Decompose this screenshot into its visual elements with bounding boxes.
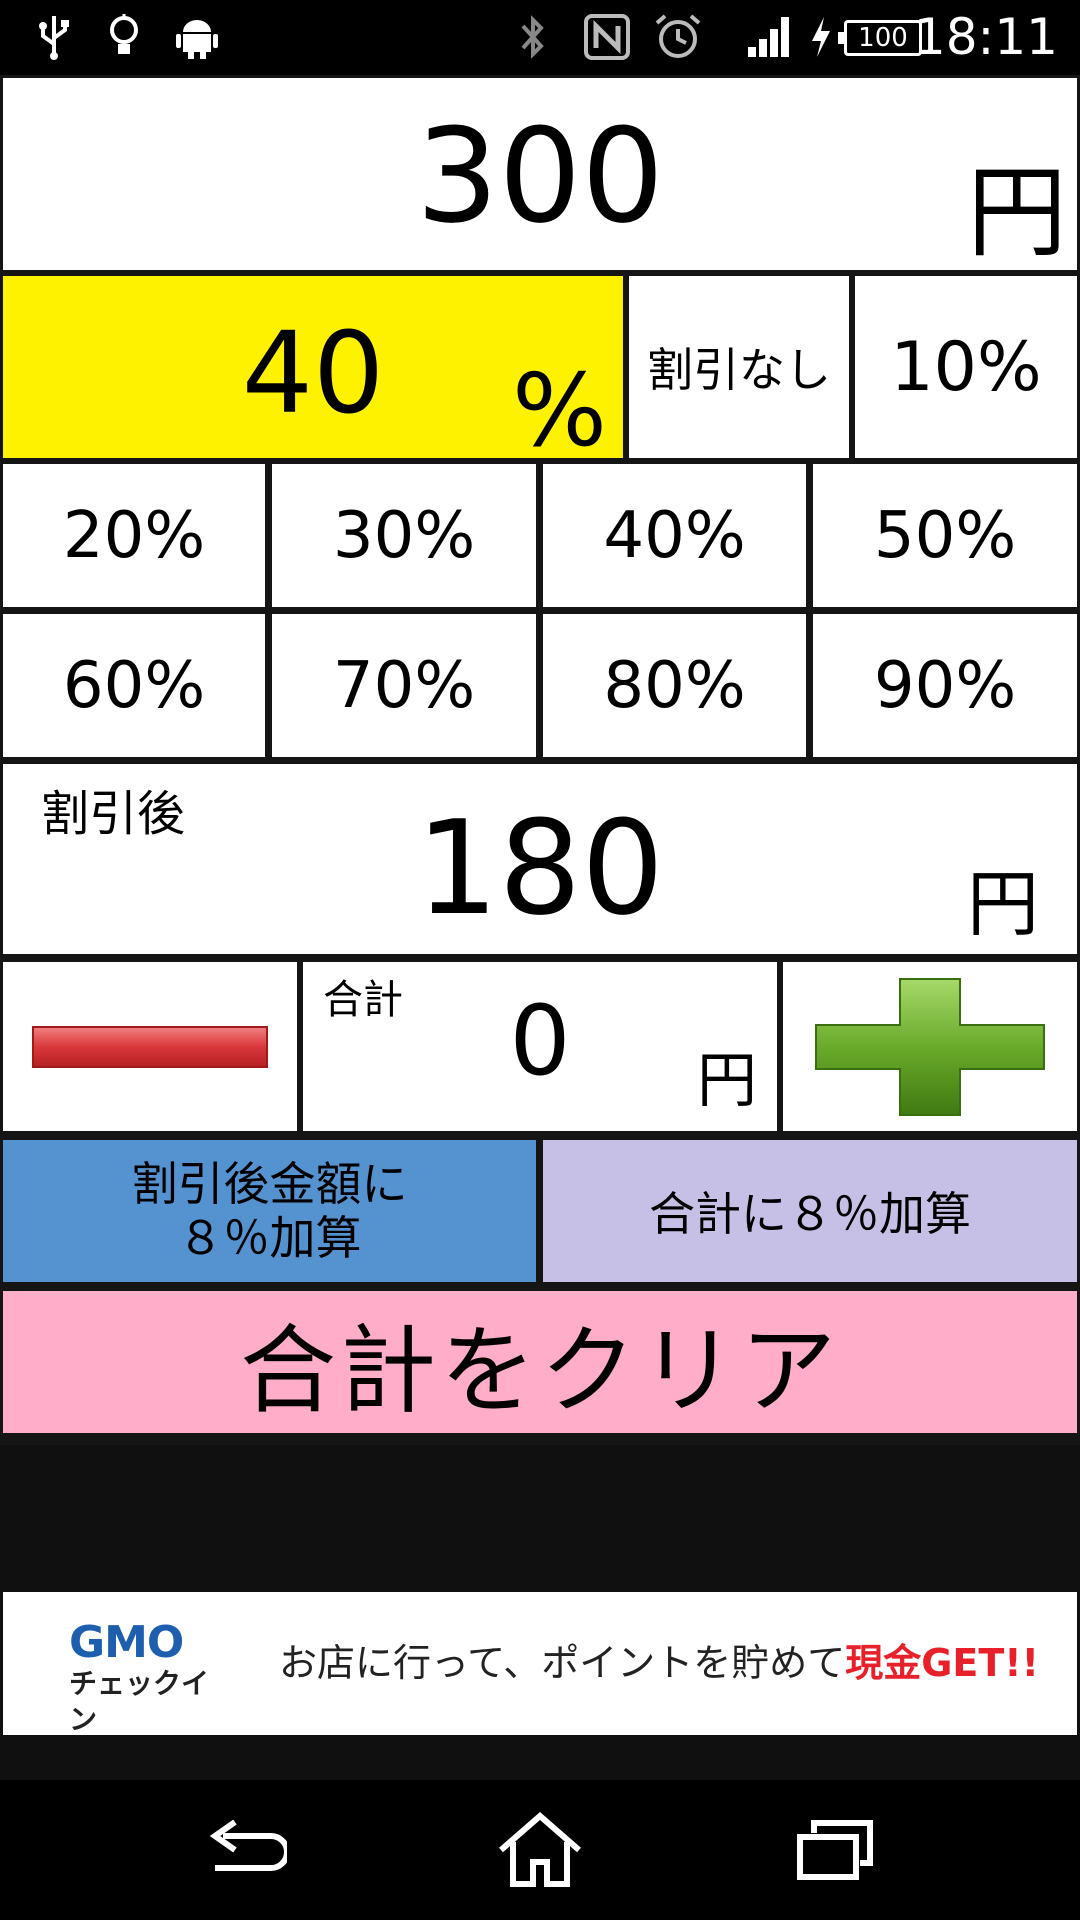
plus-icon xyxy=(815,977,1045,1116)
discount-70-label: 70% xyxy=(332,648,476,723)
clock: 18:11 xyxy=(913,8,1058,66)
discount-90-label: 90% xyxy=(873,648,1017,723)
charging-icon xyxy=(806,12,836,62)
after-discount-display: 割引後 180 円 xyxy=(3,764,1077,954)
discount-40-button[interactable]: 40% xyxy=(543,464,806,607)
after-discount-value: 180 xyxy=(415,792,665,944)
discount-50-label: 50% xyxy=(873,498,1017,573)
back-icon xyxy=(209,1820,287,1871)
signal-icon xyxy=(744,12,796,62)
price-unit: 円 xyxy=(967,154,1067,270)
discount-10-button[interactable]: 10% xyxy=(855,276,1077,458)
lightbulb-icon xyxy=(104,12,144,62)
discount-20-button[interactable]: 20% xyxy=(3,464,265,607)
price-display[interactable]: 300 円 xyxy=(3,78,1077,270)
ad-logo-checkin: チェックイン xyxy=(69,1667,210,1736)
discount-80-button[interactable]: 80% xyxy=(543,614,806,757)
alarm-icon xyxy=(652,12,704,62)
discount-10-label: 10% xyxy=(890,327,1042,407)
battery-indicator: 100 xyxy=(838,20,922,56)
back-button[interactable] xyxy=(194,1810,294,1890)
total-unit: 円 xyxy=(697,1046,757,1116)
discount-unit: % xyxy=(511,352,607,459)
status-bar: 100 18:11 xyxy=(0,0,1080,75)
navigation-bar xyxy=(0,1780,1080,1920)
ad-text: お店に行って、ポイントを貯めて xyxy=(279,1641,846,1685)
ad-logo-gmo: GMO xyxy=(69,1617,184,1668)
no-discount-label: 割引なし xyxy=(647,343,831,397)
discount-60-label: 60% xyxy=(62,648,206,723)
discount-80-label: 80% xyxy=(603,648,746,723)
discount-30-label: 30% xyxy=(332,498,476,573)
ad-message: お店に行って、ポイントを貯めて現金GET!! xyxy=(279,1638,1039,1688)
ad-highlight: 現金GET!! xyxy=(845,1641,1039,1685)
subtract-button[interactable] xyxy=(3,962,297,1131)
add-button[interactable] xyxy=(783,962,1077,1131)
total-tax-button[interactable]: 合計に８％加算 xyxy=(543,1140,1077,1282)
discount-30-button[interactable]: 30% xyxy=(272,464,536,607)
nfc-icon xyxy=(582,12,632,62)
total-display: 合計 0 円 xyxy=(303,962,777,1131)
discount-40-label: 40% xyxy=(603,498,746,573)
recent-apps-icon xyxy=(797,1820,873,1880)
ad-logo: GMO チェックイン xyxy=(69,1617,229,1737)
discount-90-button[interactable]: 90% xyxy=(813,614,1077,757)
minus-icon-wrap xyxy=(3,962,297,1131)
usb-icon xyxy=(34,12,74,62)
after-discount-tax-label: 割引後金額に ８％加算 xyxy=(131,1157,408,1265)
discount-70-button[interactable]: 70% xyxy=(272,614,536,757)
bluetooth-icon xyxy=(516,12,550,62)
price-value: 300 xyxy=(415,100,665,252)
discount-20-label: 20% xyxy=(62,498,206,573)
discount-calculator: 300 円 40 % 割引なし 10% 20% 30% 40% 50% 60% … xyxy=(0,75,1080,1445)
discount-50-button[interactable]: 50% xyxy=(813,464,1077,607)
after-discount-unit: 円 xyxy=(966,862,1039,946)
clear-total-button[interactable]: 合計をクリア xyxy=(3,1291,1077,1433)
android-icon xyxy=(174,12,220,62)
clear-total-label: 合計をクリア xyxy=(240,1314,840,1427)
ad-banner[interactable]: GMO チェックイン お店に行って、ポイントを貯めて現金GET!! xyxy=(3,1592,1077,1737)
home-button[interactable] xyxy=(490,1810,590,1890)
discount-display[interactable]: 40 % xyxy=(3,276,623,458)
plus-icon-wrap xyxy=(783,962,1077,1131)
after-discount-tax-button[interactable]: 割引後金額に ８％加算 xyxy=(3,1140,536,1282)
minus-icon xyxy=(32,1025,268,1068)
home-icon xyxy=(499,1812,581,1887)
recent-apps-button[interactable] xyxy=(786,1810,886,1890)
no-discount-button[interactable]: 割引なし xyxy=(629,276,849,458)
discount-60-button[interactable]: 60% xyxy=(3,614,265,757)
total-tax-label: 合計に８％加算 xyxy=(649,1187,971,1241)
